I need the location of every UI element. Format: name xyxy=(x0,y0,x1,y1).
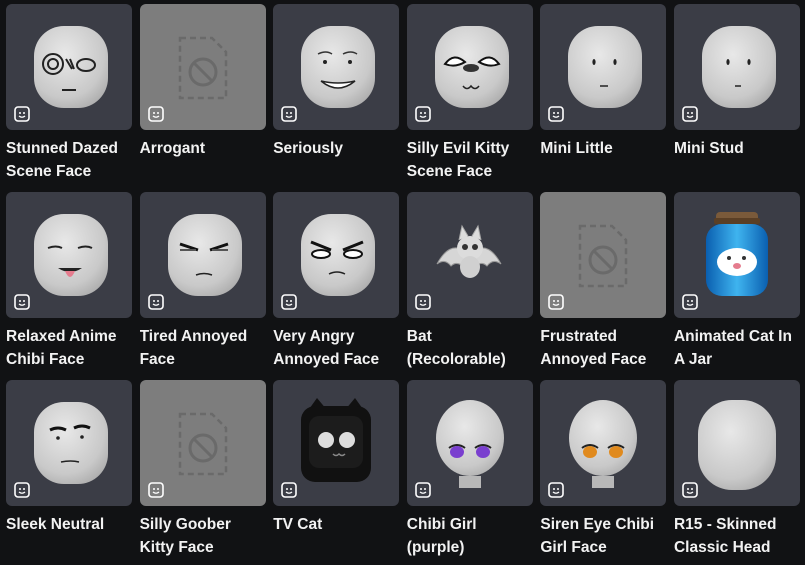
item-name[interactable]: R15 - Skinned Classic Head xyxy=(674,513,800,559)
item-thumbnail[interactable] xyxy=(273,4,400,130)
item-name[interactable]: Mini Little xyxy=(540,137,666,183)
item-card[interactable]: Silly Goober Kitty Face xyxy=(139,380,266,565)
item-name[interactable]: Chibi Girl (purple) xyxy=(407,513,533,559)
item-name[interactable]: Relaxed Anime Chibi Face xyxy=(6,325,132,371)
dynamic-head-icon xyxy=(548,294,565,310)
dynamic-head-icon xyxy=(14,106,30,122)
item-card[interactable]: Mini Stud xyxy=(673,4,800,192)
dynamic-head-icon xyxy=(414,106,431,122)
item-thumbnail[interactable] xyxy=(139,192,266,318)
item-card[interactable]: Seriously xyxy=(273,4,400,192)
item-thumbnail[interactable] xyxy=(673,380,800,506)
item-card[interactable]: Arrogant xyxy=(139,4,266,192)
dynamic-head-icon xyxy=(281,294,297,310)
dynamic-head-icon xyxy=(548,482,565,498)
item-thumbnail[interactable] xyxy=(540,4,667,130)
item-card[interactable]: Very Angry Annoyed Face xyxy=(273,192,400,380)
dynamic-head-icon xyxy=(14,294,30,310)
dynamic-head-icon xyxy=(147,106,164,122)
dynamic-head-icon xyxy=(414,294,431,310)
item-thumbnail[interactable] xyxy=(406,4,533,130)
item-thumbnail[interactable] xyxy=(139,4,266,130)
avatar-item-grid: Stunned Dazed Scene Face Arrogant Seriou… xyxy=(6,4,800,565)
dynamic-head-icon xyxy=(682,106,698,122)
item-card[interactable]: Siren Eye Chibi Girl Face xyxy=(540,380,667,565)
dynamic-head-icon xyxy=(414,482,431,498)
item-card[interactable]: TV Cat xyxy=(273,380,400,565)
item-thumbnail[interactable] xyxy=(139,380,266,506)
item-name[interactable]: Bat (Recolorable) xyxy=(407,325,533,371)
dynamic-head-icon xyxy=(281,482,297,498)
item-card[interactable]: Relaxed Anime Chibi Face xyxy=(6,192,132,380)
dynamic-head-icon xyxy=(682,482,698,498)
item-thumbnail[interactable] xyxy=(273,192,400,318)
dynamic-head-icon xyxy=(682,294,698,310)
item-name[interactable]: Stunned Dazed Scene Face xyxy=(6,137,132,183)
item-card[interactable]: Chibi Girl (purple) xyxy=(406,380,533,565)
item-name[interactable]: Arrogant xyxy=(140,137,266,183)
dynamic-head-icon xyxy=(147,294,164,310)
item-thumbnail[interactable] xyxy=(6,380,132,506)
item-thumbnail[interactable] xyxy=(540,192,667,318)
item-name[interactable]: Silly Goober Kitty Face xyxy=(140,513,266,559)
item-name[interactable]: Very Angry Annoyed Face xyxy=(273,325,399,371)
item-name[interactable]: TV Cat xyxy=(273,513,399,559)
item-name[interactable]: Tired Annoyed Face xyxy=(140,325,266,371)
dynamic-head-icon xyxy=(281,106,297,122)
item-thumbnail[interactable] xyxy=(273,380,400,506)
dynamic-head-icon xyxy=(14,482,30,498)
item-name[interactable]: Seriously xyxy=(273,137,399,183)
item-card[interactable]: Frustrated Annoyed Face xyxy=(540,192,667,380)
item-name[interactable]: Mini Stud xyxy=(674,137,800,183)
item-name[interactable]: Animated Cat In A Jar xyxy=(674,325,800,371)
item-card[interactable]: Stunned Dazed Scene Face xyxy=(6,4,132,192)
item-thumbnail[interactable] xyxy=(673,4,800,130)
item-thumbnail[interactable] xyxy=(406,192,533,318)
item-card[interactable]: Animated Cat In A Jar xyxy=(673,192,800,380)
item-card[interactable]: Silly Evil Kitty Scene Face xyxy=(406,4,533,192)
item-thumbnail[interactable] xyxy=(540,380,667,506)
item-card[interactable]: Tired Annoyed Face xyxy=(139,192,266,380)
dynamic-head-icon xyxy=(548,106,565,122)
item-name[interactable]: Frustrated Annoyed Face xyxy=(540,325,666,371)
item-thumbnail[interactable] xyxy=(6,4,132,130)
item-card[interactable]: Mini Little xyxy=(540,4,667,192)
item-thumbnail[interactable] xyxy=(6,192,132,318)
item-card[interactable]: Bat (Recolorable) xyxy=(406,192,533,380)
item-name[interactable]: Sleek Neutral xyxy=(6,513,132,559)
item-card[interactable]: Sleek Neutral xyxy=(6,380,132,565)
item-card[interactable]: R15 - Skinned Classic Head xyxy=(673,380,800,565)
item-name[interactable]: Silly Evil Kitty Scene Face xyxy=(407,137,533,183)
item-thumbnail[interactable] xyxy=(673,192,800,318)
dynamic-head-icon xyxy=(147,482,164,498)
item-thumbnail[interactable] xyxy=(406,380,533,506)
item-name[interactable]: Siren Eye Chibi Girl Face xyxy=(540,513,666,559)
